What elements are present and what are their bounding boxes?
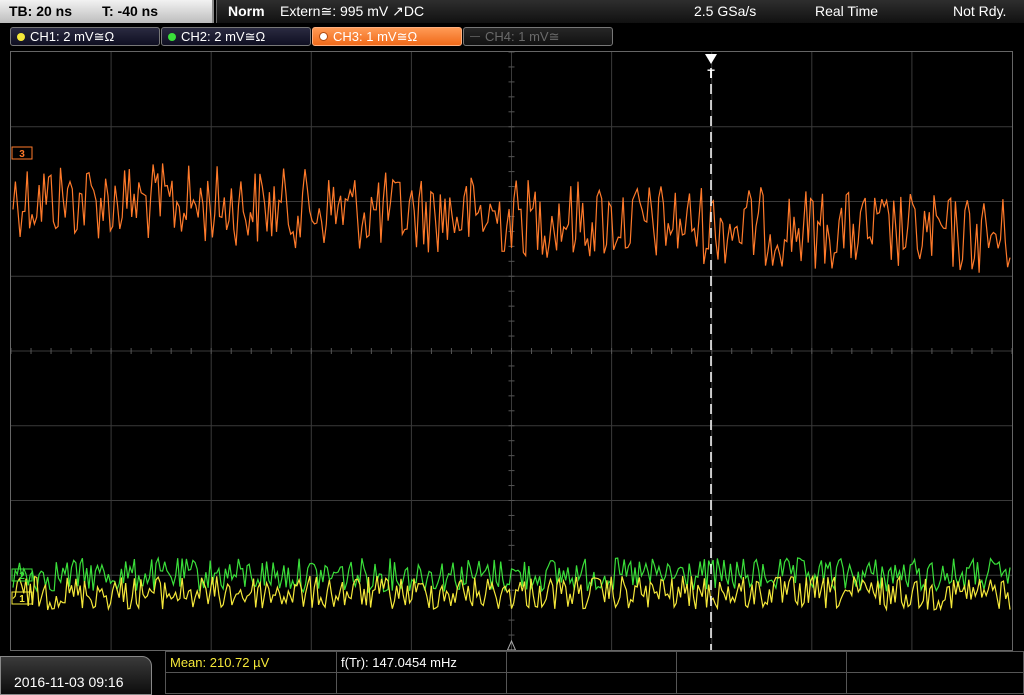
channel-3-button[interactable]: CH3: 1 mV≅Ω xyxy=(312,27,462,46)
measurement-cell-empty[interactable] xyxy=(676,651,847,673)
measurement-cell-empty[interactable] xyxy=(846,651,1024,673)
channel-1-label: CH1: 2 mV≅Ω xyxy=(30,29,115,44)
measurement-cell-empty[interactable] xyxy=(846,672,1024,694)
datetime-text: 2016-11-03 09:16 xyxy=(14,674,124,690)
mean-measurement: Mean: 210.72 µV xyxy=(170,655,270,670)
channel-4-off-icon xyxy=(470,36,480,37)
trigger-mode: Norm xyxy=(228,3,265,19)
graticule-grid xyxy=(11,52,1012,650)
datetime-panel: 2016-11-03 09:16 xyxy=(0,656,152,695)
measurement-cell-empty[interactable] xyxy=(165,672,337,694)
acquisition-mode: Real Time xyxy=(815,3,879,19)
trigger-marker-label: T xyxy=(707,67,715,81)
trigger-frequency: f(Tr): 147.0454 mHz xyxy=(341,655,457,670)
measurement-cell-empty[interactable] xyxy=(506,651,677,673)
top-status-bar: TB: 20 ns T: -40 ns Norm Extern≅: 995 mV… xyxy=(0,0,1024,24)
sample-rate: 2.5 GSa/s xyxy=(694,3,757,19)
channel-bar: CH1: 2 mV≅Ω CH2: 2 mV≅Ω CH3: 1 mV≅Ω CH4:… xyxy=(0,24,1024,50)
timebase-panel[interactable]: TB: 20 ns T: -40 ns xyxy=(0,0,214,23)
measurement-cell-empty[interactable] xyxy=(506,672,677,694)
acquisition-status-strip[interactable]: Norm Extern≅: 995 mV ↗DC 2.5 GSa/s Real … xyxy=(216,0,1024,23)
channel-3-level-marker-label: 3 xyxy=(19,149,25,160)
channel-2-dot-icon xyxy=(168,33,176,41)
measurement-cell-mean[interactable]: Mean: 210.72 µV xyxy=(165,651,337,673)
channel-4-label: CH4: 1 mV≅ xyxy=(485,29,560,44)
channel-2-label: CH2: 2 mV≅Ω xyxy=(181,29,266,44)
channel-1-button[interactable]: CH1: 2 mV≅Ω xyxy=(10,27,160,46)
measurement-cell-freq[interactable]: f(Tr): 147.0454 mHz xyxy=(336,651,507,673)
measurement-cell-empty[interactable] xyxy=(676,672,847,694)
channel-3-dot-icon xyxy=(319,32,328,41)
waveform-plot: T 3 2 1 xyxy=(11,52,1012,650)
trigger-arrow-icon xyxy=(705,54,717,64)
trigger-position-line[interactable]: T xyxy=(506,54,718,650)
channel-1-dot-icon xyxy=(17,33,25,41)
timebase-value: TB: 20 ns xyxy=(9,3,73,19)
measurement-cell-empty[interactable] xyxy=(336,672,507,694)
channel-1-level-marker-label: 1 xyxy=(19,594,25,605)
trigger-source: Extern≅: 995 mV ↗DC xyxy=(280,3,425,19)
measurement-table[interactable]: Mean: 210.72 µV f(Tr): 147.0454 mHz xyxy=(165,651,1024,695)
channel-4-button[interactable]: CH4: 1 mV≅ xyxy=(463,27,613,46)
channel-3-label: CH3: 1 mV≅Ω xyxy=(333,29,418,44)
channel-2-button[interactable]: CH2: 2 mV≅Ω xyxy=(161,27,311,46)
trigger-offset-value: T: -40 ns xyxy=(102,3,159,19)
waveform-display[interactable]: T 3 2 1 xyxy=(10,51,1013,651)
channel-2-level-marker-label: 2 xyxy=(19,571,25,582)
run-status: Not Rdy. xyxy=(953,3,1007,19)
